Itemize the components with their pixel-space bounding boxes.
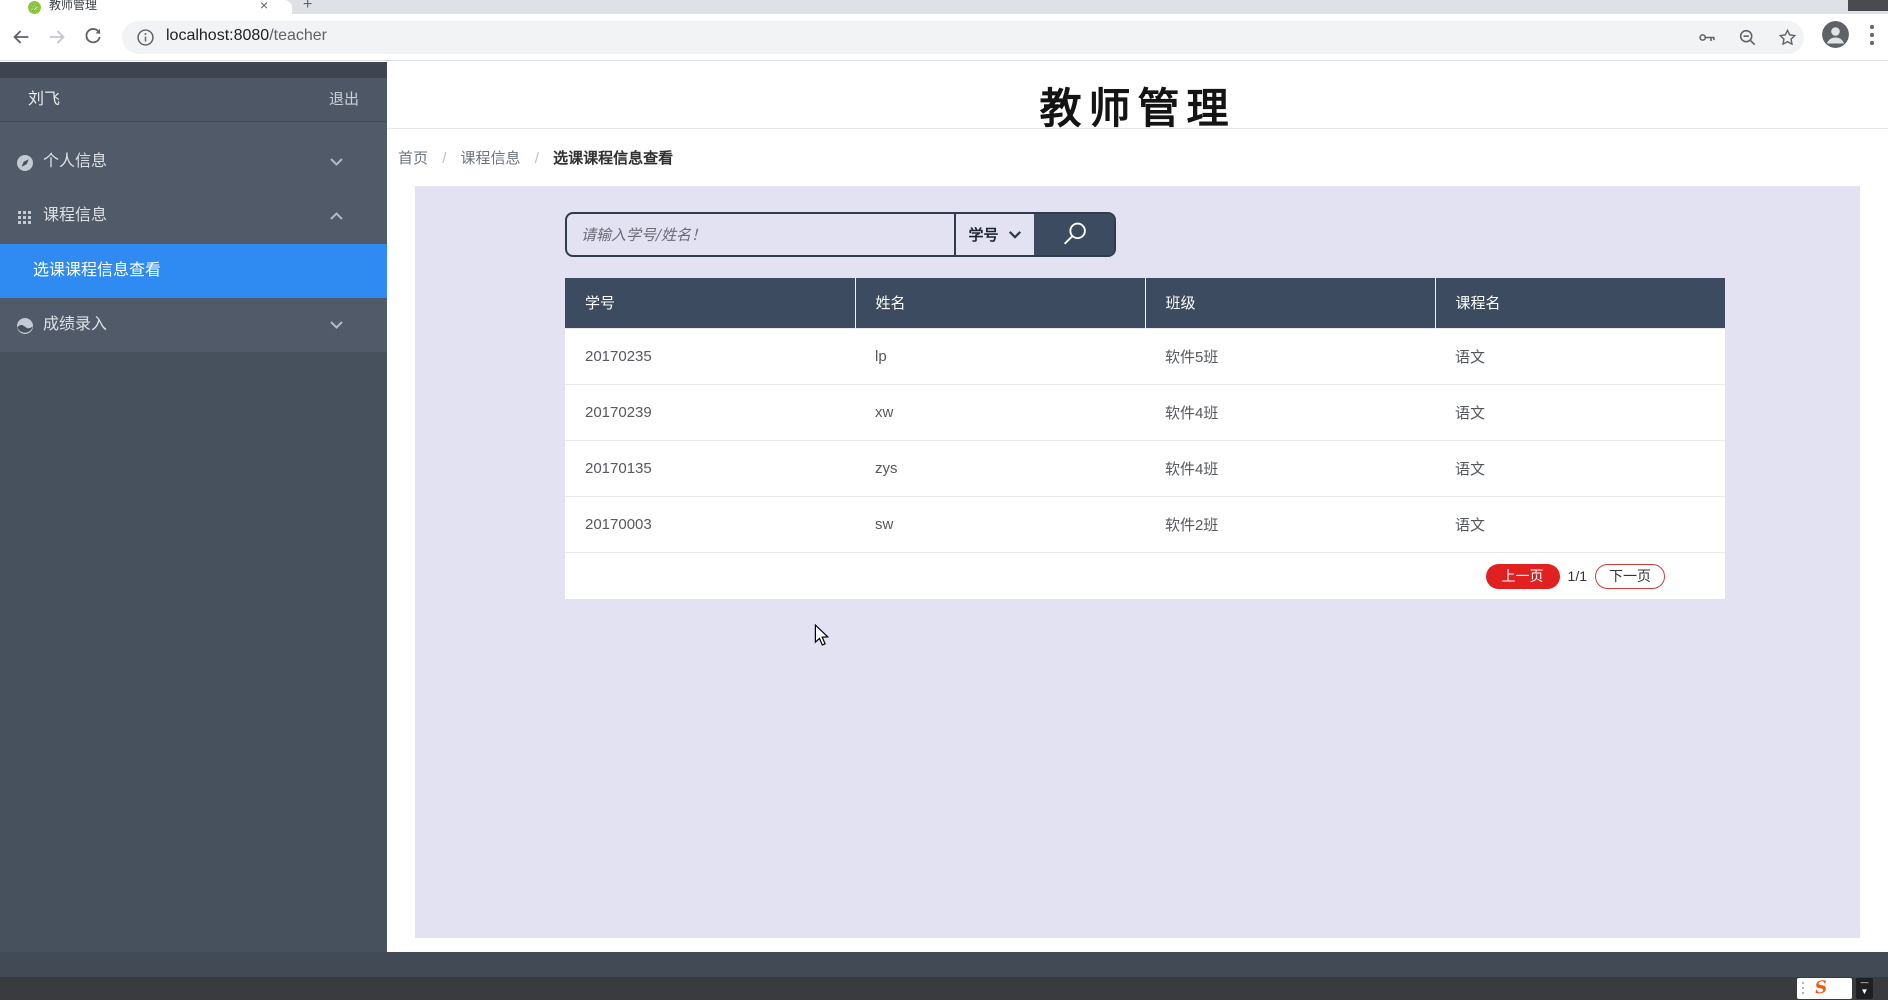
reload-icon[interactable]: [82, 26, 104, 48]
next-page-button[interactable]: 下一页: [1595, 564, 1665, 589]
url-bar[interactable]: localhost:8080/teacher: [122, 21, 1804, 54]
page-info-icon[interactable]: [135, 27, 156, 48]
table-row: 20170135 zys 软件4班 语文: [565, 440, 1725, 496]
user-name: 刘飞: [28, 78, 60, 122]
zoom-out-icon[interactable]: [1737, 27, 1758, 48]
cell-class: 软件2班: [1145, 496, 1435, 552]
cell-name: xw: [855, 384, 1145, 440]
sidebar-item-label: 成绩录入: [43, 298, 107, 352]
cell-course: 语文: [1435, 440, 1725, 496]
url-host: localhost:8080: [166, 27, 269, 44]
cell-name: zys: [855, 440, 1145, 496]
sidebar-top-strip: [0, 62, 387, 78]
col-header-student-id: 学号: [565, 278, 855, 328]
content-panel: 学号 学号 姓名 班级 课程名: [415, 186, 1860, 938]
chevron-up-icon: [330, 212, 343, 220]
search-icon: [1061, 221, 1088, 248]
back-icon[interactable]: [10, 26, 32, 48]
table-header: 学号 姓名 班级 课程名: [565, 278, 1725, 328]
new-tab-button[interactable]: +: [303, 0, 312, 14]
table-row: 20170239 xw 软件4班 语文: [565, 384, 1725, 440]
cell-class: 软件5班: [1145, 328, 1435, 384]
breadcrumb: 首页 / 课程信息 / 选课课程信息查看: [398, 147, 673, 168]
table-body: 20170235 lp 软件5班 语文 20170239 xw 软件4班 语文 …: [565, 328, 1725, 552]
pagination: 上一页 1/1 下一页: [565, 552, 1725, 599]
col-header-course: 课程名: [1435, 278, 1725, 328]
sidebar-item-grade-entry[interactable]: 成绩录入: [0, 298, 387, 352]
cell-course: 语文: [1435, 496, 1725, 552]
compass-icon: [17, 155, 33, 171]
tab-title: 教师管理: [49, 0, 97, 13]
browser-menu-icon[interactable]: [1869, 24, 1875, 46]
contrast-icon: [17, 318, 33, 334]
search-input[interactable]: [567, 214, 954, 255]
sidebar-menu: 个人信息 课程信息 选课课程信息查看: [0, 122, 387, 352]
chevron-down-icon: [1008, 230, 1022, 239]
ime-tray[interactable]: S: [1797, 978, 1852, 999]
browser-tab-strip: 教师管理 × +: [0, 0, 1888, 14]
tab-close-icon[interactable]: ×: [260, 0, 268, 13]
sidebar-subitem-label: 选课课程信息查看: [33, 244, 161, 298]
cell-class: 软件4班: [1145, 440, 1435, 496]
sidebar-item-label: 课程信息: [43, 188, 107, 244]
password-key-icon[interactable]: [1697, 27, 1718, 48]
avatar-person-icon: [1822, 21, 1849, 48]
cell-name: sw: [855, 496, 1145, 552]
breadcrumb-separator: /: [442, 150, 446, 167]
taskbar: S — ▼: [0, 977, 1888, 1000]
breadcrumb-current: 选课课程信息查看: [553, 150, 673, 167]
ime-drag-handle-icon: [1802, 982, 1804, 995]
breadcrumb-bar: 首页 / 课程信息 / 选课课程信息查看: [387, 128, 1888, 186]
page-title: 教师管理: [387, 75, 1888, 136]
minus-icon: —: [1856, 978, 1873, 987]
url-path: /teacher: [269, 27, 327, 44]
sidebar-subitem-course-view-active[interactable]: 选课课程信息查看: [0, 244, 387, 298]
cell-course: 语文: [1435, 384, 1725, 440]
sidebar-item-course-info[interactable]: 课程信息: [0, 188, 387, 244]
sidebar: 刘飞 退出 个人信息 课程信息: [0, 62, 387, 952]
table-row: 20170003 sw 软件2班 语文: [565, 496, 1725, 552]
cell-name: lp: [855, 328, 1145, 384]
site-favicon-icon: [28, 1, 41, 14]
url-text[interactable]: localhost:8080/teacher: [166, 27, 327, 45]
logout-button[interactable]: 退出: [329, 78, 359, 122]
breadcrumb-separator: /: [535, 150, 539, 167]
table-row: 20170235 lp 软件5班 语文: [565, 328, 1725, 384]
filter-selected-value: 学号: [968, 224, 998, 245]
breadcrumb-home[interactable]: 首页: [398, 150, 428, 167]
col-header-class: 班级: [1145, 278, 1435, 328]
search-bar: 学号: [565, 212, 1116, 257]
profile-avatar[interactable]: [1822, 21, 1849, 48]
cell-student-id: 20170235: [565, 328, 855, 384]
sidebar-item-personal-info[interactable]: 个人信息: [0, 134, 387, 190]
cell-course: 语文: [1435, 328, 1725, 384]
prev-page-button[interactable]: 上一页: [1486, 564, 1560, 589]
breadcrumb-course-info[interactable]: 课程信息: [461, 150, 521, 167]
search-button[interactable]: [1034, 214, 1114, 255]
ime-collapse-button[interactable]: — ▼: [1856, 978, 1873, 999]
page-footer: [0, 952, 1888, 977]
forward-icon[interactable]: [46, 26, 68, 48]
chevron-down-icon: [330, 321, 343, 329]
main-content: 教师管理 首页 / 课程信息 / 选课课程信息查看 学号: [387, 62, 1888, 952]
cell-student-id: 20170003: [565, 496, 855, 552]
results-table: 学号 姓名 班级 课程名 20170235 lp 软件5班 语文 2017023…: [565, 278, 1725, 599]
cell-class: 软件4班: [1145, 384, 1435, 440]
chevron-down-icon: [330, 158, 343, 166]
grid-icon: [17, 209, 33, 225]
browser-tab[interactable]: 教师管理 ×: [0, 0, 292, 14]
mouse-cursor: [812, 624, 832, 646]
caret-down-icon: ▼: [1856, 987, 1873, 996]
window-controls-corner: [1848, 0, 1888, 11]
cell-student-id: 20170135: [565, 440, 855, 496]
sidebar-item-label: 个人信息: [43, 134, 107, 190]
cell-student-id: 20170239: [565, 384, 855, 440]
col-header-name: 姓名: [855, 278, 1145, 328]
page-info: 1/1: [1568, 568, 1587, 584]
bookmark-star-icon[interactable]: [1777, 27, 1798, 48]
sidebar-user-band: 刘飞 退出: [0, 78, 387, 122]
search-filter-select[interactable]: 学号: [954, 214, 1034, 255]
browser-toolbar: localhost:8080/teacher: [0, 14, 1888, 61]
sogou-ime-icon: S: [1814, 977, 1828, 998]
